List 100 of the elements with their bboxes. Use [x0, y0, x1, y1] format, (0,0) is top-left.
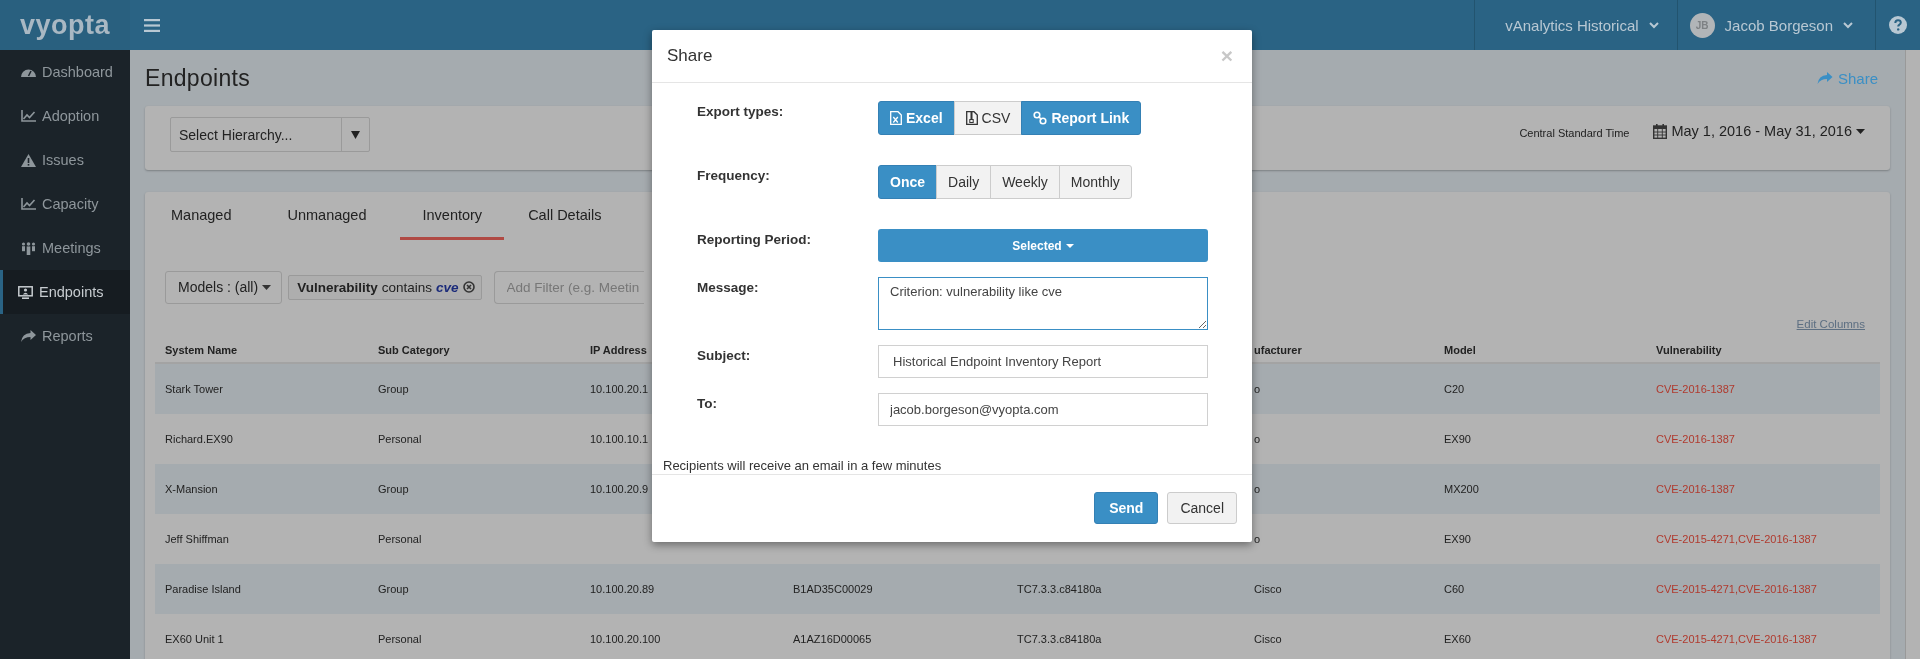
table-cell: o — [1254, 433, 1261, 445]
scrollbar[interactable] — [1905, 50, 1920, 659]
caret-icon — [351, 130, 360, 139]
table-cell: EX60 Unit 1 — [165, 633, 224, 645]
table-cell: MX200 — [1444, 483, 1479, 495]
column-header: Sub Category — [378, 344, 450, 356]
table-cell: B1AD35C00029 — [793, 583, 873, 595]
table-cell: Jeff Shiffman — [165, 533, 229, 545]
table-cell: Paradise Island — [165, 583, 241, 595]
date-range-picker[interactable]: May 1, 2016 - May 31, 2016 — [1653, 123, 1865, 139]
table-cell: Stark Tower — [165, 383, 223, 395]
field-label: Subject: — [697, 347, 752, 363]
warning-icon — [21, 153, 36, 167]
models-dropdown[interactable]: Models : (all) — [165, 270, 283, 304]
column-header: System Name — [165, 344, 238, 356]
table-cell: 10.100.20.100 — [590, 633, 661, 645]
table-cell: 10.100.20.1 — [590, 383, 649, 395]
sidebar-item[interactable]: Reports — [0, 314, 130, 358]
table-cell: Group — [378, 583, 409, 595]
field-label: Export types: — [697, 103, 785, 119]
field-label: Frequency: — [697, 167, 771, 183]
tab[interactable]: Managed — [161, 192, 242, 240]
tab[interactable]: Call Details — [518, 192, 612, 240]
export-type-toggle[interactable]: Report Link — [1021, 101, 1142, 135]
sidebar-item[interactable]: Capacity — [0, 182, 130, 226]
people-icon — [21, 241, 36, 255]
chart-icon — [21, 198, 36, 210]
table-cell: Group — [378, 483, 409, 495]
table-cell: o — [1254, 533, 1261, 545]
monitor-icon — [18, 285, 33, 299]
column-header: Vulnerability — [1656, 344, 1722, 356]
table-cell: X-Mansion — [165, 483, 218, 495]
table-cell: Cisco — [1254, 583, 1282, 595]
sidebar-item[interactable]: Issues — [0, 138, 130, 182]
export-type-toggle[interactable]: Excel — [878, 101, 955, 135]
column-header: Model — [1444, 344, 1476, 356]
table-cell: TC7.3.3.c84180a — [1017, 633, 1102, 645]
send-button[interactable]: Send — [1094, 492, 1159, 524]
tab[interactable]: Unmanaged — [277, 192, 377, 240]
calendar-icon — [1653, 123, 1668, 139]
table-cell: Group — [378, 383, 409, 395]
chevron-icon — [1648, 21, 1659, 29]
field-label: Reporting Period: — [697, 231, 812, 247]
column-header: ufacturer — [1254, 344, 1302, 356]
recipient-field[interactable]: jacob.borgeson@vyopta.com — [878, 393, 1208, 426]
table-cell: 10.100.20.89 — [590, 583, 655, 595]
help-icon[interactable] — [1889, 16, 1907, 34]
app-switcher[interactable]: vAnalytics Historical — [1474, 0, 1677, 50]
hierarchy-select[interactable]: Select Hierarchy... — [170, 117, 370, 152]
table-cell: TC7.3.3.c84180a — [1017, 583, 1102, 595]
sidebar-item[interactable]: Meetings — [0, 226, 130, 270]
menu-icon[interactable] — [144, 18, 160, 32]
subject-field[interactable]: Historical Endpoint Inventory Report — [878, 345, 1208, 378]
timezone-label: Central Standard Time — [1519, 127, 1630, 139]
sidebar-item[interactable]: Adoption — [0, 94, 130, 138]
dialog-title: Share — [667, 46, 713, 66]
zip-file-icon — [965, 111, 978, 125]
table-cell: CVE-2016-1387 — [1656, 483, 1735, 495]
period-dropdown[interactable]: Selected — [878, 229, 1208, 262]
frequency-toggle[interactable]: Once — [878, 165, 937, 199]
logo: vyopta — [20, 9, 110, 41]
table-cell: EX60 — [1444, 633, 1471, 645]
chart-icon — [21, 110, 36, 122]
column-header: IP Address — [590, 344, 647, 356]
table-cell: CVE-2015-4271,CVE-2016-1387 — [1656, 633, 1817, 645]
table-cell: Personal — [378, 633, 422, 645]
remove-icon[interactable] — [462, 281, 475, 293]
table-cell: CVE-2015-4271,CVE-2016-1387 — [1656, 583, 1817, 595]
frequency-toggle[interactable]: Daily — [936, 165, 992, 199]
cancel-button[interactable]: Cancel — [1167, 492, 1237, 524]
share-icon — [1816, 71, 1833, 85]
frequency-toggle[interactable]: Monthly — [1058, 165, 1132, 199]
chevron-icon — [1843, 21, 1853, 29]
message-field[interactable]: Criterion: vulnerability like cve — [878, 277, 1208, 330]
table-cell: Richard.EX90 — [165, 433, 233, 445]
filter-chip[interactable]: Vulnerability contains cve — [288, 274, 482, 300]
frequency-toggle[interactable]: Weekly — [990, 165, 1060, 199]
export-type-toggle[interactable]: CSV — [953, 101, 1023, 135]
table-cell: Cisco — [1254, 633, 1282, 645]
table-cell: C20 — [1444, 383, 1465, 395]
add-filter-field[interactable]: Add Filter (e.g. Meetin — [493, 270, 644, 304]
arrow-icon — [21, 329, 36, 343]
table-cell: C60 — [1444, 583, 1465, 595]
sidebar-item[interactable]: Endpoints — [0, 270, 130, 314]
link-icon — [1033, 111, 1048, 125]
table-cell: o — [1254, 483, 1261, 495]
table-cell: 10.100.20.9 — [590, 483, 649, 495]
sidebar-item[interactable]: Dashboard — [0, 50, 130, 94]
caret-icon — [1065, 243, 1074, 248]
table-cell: A1AZ16D00065 — [793, 633, 872, 645]
table-cell: Personal — [378, 433, 422, 445]
table-cell: Personal — [378, 533, 422, 545]
field-label: To: — [697, 395, 718, 411]
table-cell: CVE-2016-1387 — [1656, 433, 1735, 445]
table-cell: EX90 — [1444, 533, 1471, 545]
table-cell: 10.100.10.1 — [590, 433, 649, 445]
caret-icon — [1856, 128, 1865, 134]
tab[interactable]: Inventory — [400, 192, 505, 240]
table-cell: CVE-2016-1387 — [1656, 383, 1735, 395]
info-text: Recipients will receive an email in a few minutes — [663, 458, 943, 474]
